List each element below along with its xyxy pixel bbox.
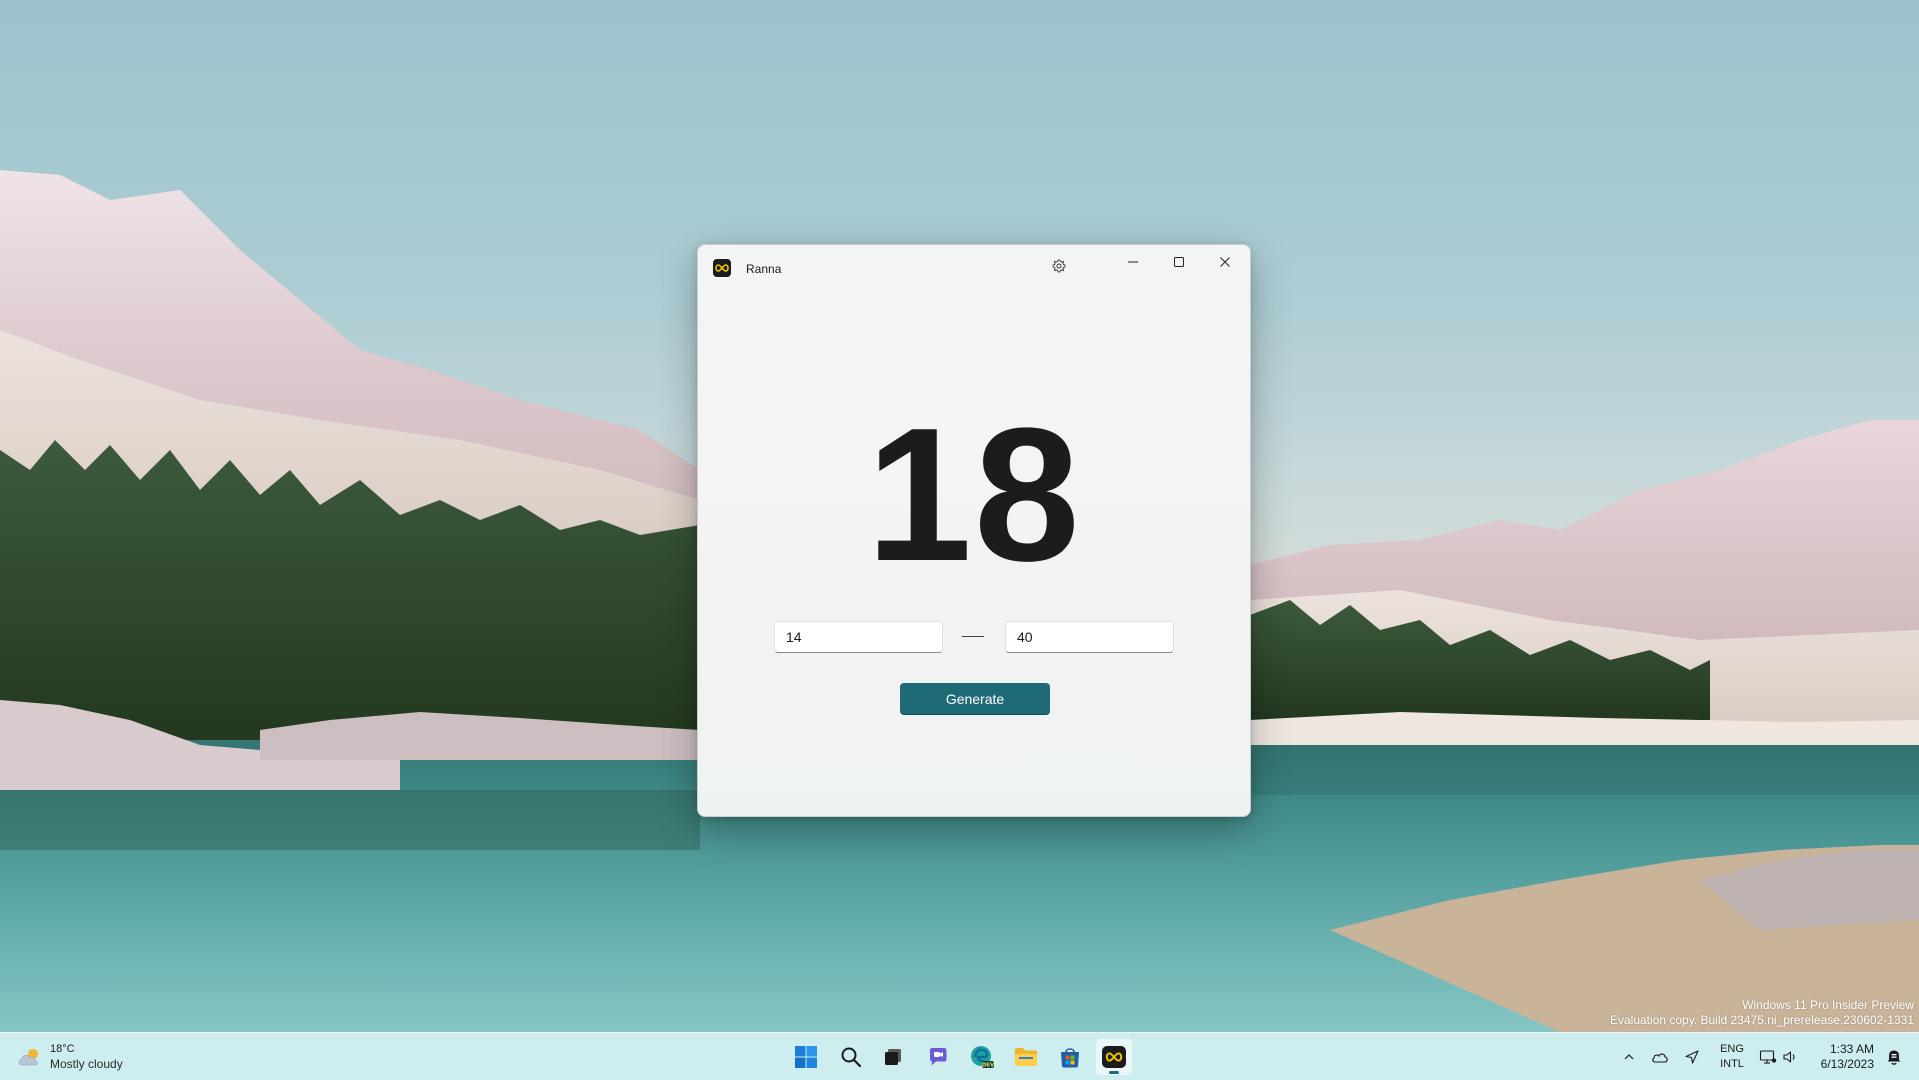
minimize-icon xyxy=(1128,261,1138,263)
gear-icon xyxy=(1052,259,1066,273)
language-indicator[interactable]: ENG INTL xyxy=(1716,1042,1748,1072)
volume-tray-button[interactable] xyxy=(1778,1043,1802,1071)
notification-bell-icon xyxy=(1887,1050,1901,1065)
infinity-icon xyxy=(713,259,731,277)
notifications-button[interactable] xyxy=(1882,1043,1906,1071)
windows-logo-icon xyxy=(795,1046,817,1068)
network-icon xyxy=(1759,1050,1777,1064)
settings-button[interactable] xyxy=(1044,251,1074,281)
close-button[interactable] xyxy=(1202,245,1248,279)
range-separator xyxy=(962,636,984,637)
ranna-taskbar-button[interactable] xyxy=(1096,1039,1132,1075)
clock-date: 6/13/2023 xyxy=(1820,1057,1874,1071)
watermark-line-2: Evaluation copy. Build 23475.ni_prerelea… xyxy=(1609,1013,1914,1027)
range-min-value: 14 xyxy=(786,629,802,645)
weather-description: Mostly cloudy xyxy=(50,1057,123,1071)
language-line-1: ENG xyxy=(1720,1043,1744,1055)
minimize-button[interactable] xyxy=(1110,245,1156,279)
file-explorer-button[interactable] xyxy=(1008,1039,1044,1075)
location-arrow-icon xyxy=(1685,1050,1699,1064)
chat-button[interactable] xyxy=(920,1039,956,1075)
active-app-indicator xyxy=(1109,1071,1119,1074)
onedrive-tray-button[interactable] xyxy=(1648,1043,1672,1071)
weather-temperature: 18°C xyxy=(50,1043,75,1055)
edge-dev-icon: DEV xyxy=(971,1046,995,1069)
title-bar[interactable]: Ranna xyxy=(698,245,1250,289)
task-view-icon xyxy=(885,1049,901,1065)
window-title: Ranna xyxy=(746,262,782,276)
range-max-value: 40 xyxy=(1017,629,1033,645)
cloud-icon xyxy=(1652,1053,1668,1063)
folder-icon xyxy=(1015,1048,1037,1066)
clock[interactable]: 1:33 AM 6/13/2023 xyxy=(1806,1042,1874,1072)
start-button[interactable] xyxy=(788,1039,824,1075)
partly-cloudy-icon xyxy=(18,1049,38,1066)
svg-text:DEV: DEV xyxy=(982,1063,995,1069)
location-tray-button[interactable] xyxy=(1680,1043,1704,1071)
infinity-icon xyxy=(1102,1046,1126,1068)
range-max-input[interactable]: 40 xyxy=(1005,621,1174,653)
edge-dev-button[interactable]: DEV xyxy=(964,1039,1000,1075)
taskbar: 18°C Mostly cloudy DEV ENG INTL 1:33 AM … xyxy=(0,1032,1919,1080)
search-icon xyxy=(841,1047,862,1068)
task-view-button[interactable] xyxy=(875,1039,911,1075)
windows-watermark: Windows 11 Pro Insider Preview Evaluatio… xyxy=(1610,998,1914,1028)
maximize-icon xyxy=(1174,257,1184,267)
store-button[interactable] xyxy=(1052,1039,1088,1075)
range-min-input[interactable]: 14 xyxy=(774,621,943,653)
maximize-button[interactable] xyxy=(1156,245,1202,279)
close-icon xyxy=(1220,257,1230,267)
chat-icon xyxy=(930,1048,947,1066)
network-tray-button[interactable] xyxy=(1756,1043,1780,1071)
generate-button[interactable]: Generate xyxy=(900,683,1050,715)
chevron-up-icon xyxy=(1624,1054,1634,1060)
store-icon xyxy=(1061,1048,1079,1068)
weather-widget[interactable]: 18°C Mostly cloudy xyxy=(16,1041,123,1073)
show-hidden-icons-button[interactable] xyxy=(1617,1043,1641,1071)
clock-time: 1:33 AM xyxy=(1829,1042,1874,1056)
generated-number: 18 xyxy=(866,389,1082,601)
ranna-window: Ranna 18 14 40 Generate xyxy=(697,244,1251,817)
speaker-icon xyxy=(1783,1051,1795,1063)
language-line-2: INTL xyxy=(1720,1058,1744,1070)
watermark-line-1: Windows 11 Pro Insider Preview xyxy=(1742,998,1914,1012)
search-button[interactable] xyxy=(833,1039,869,1075)
